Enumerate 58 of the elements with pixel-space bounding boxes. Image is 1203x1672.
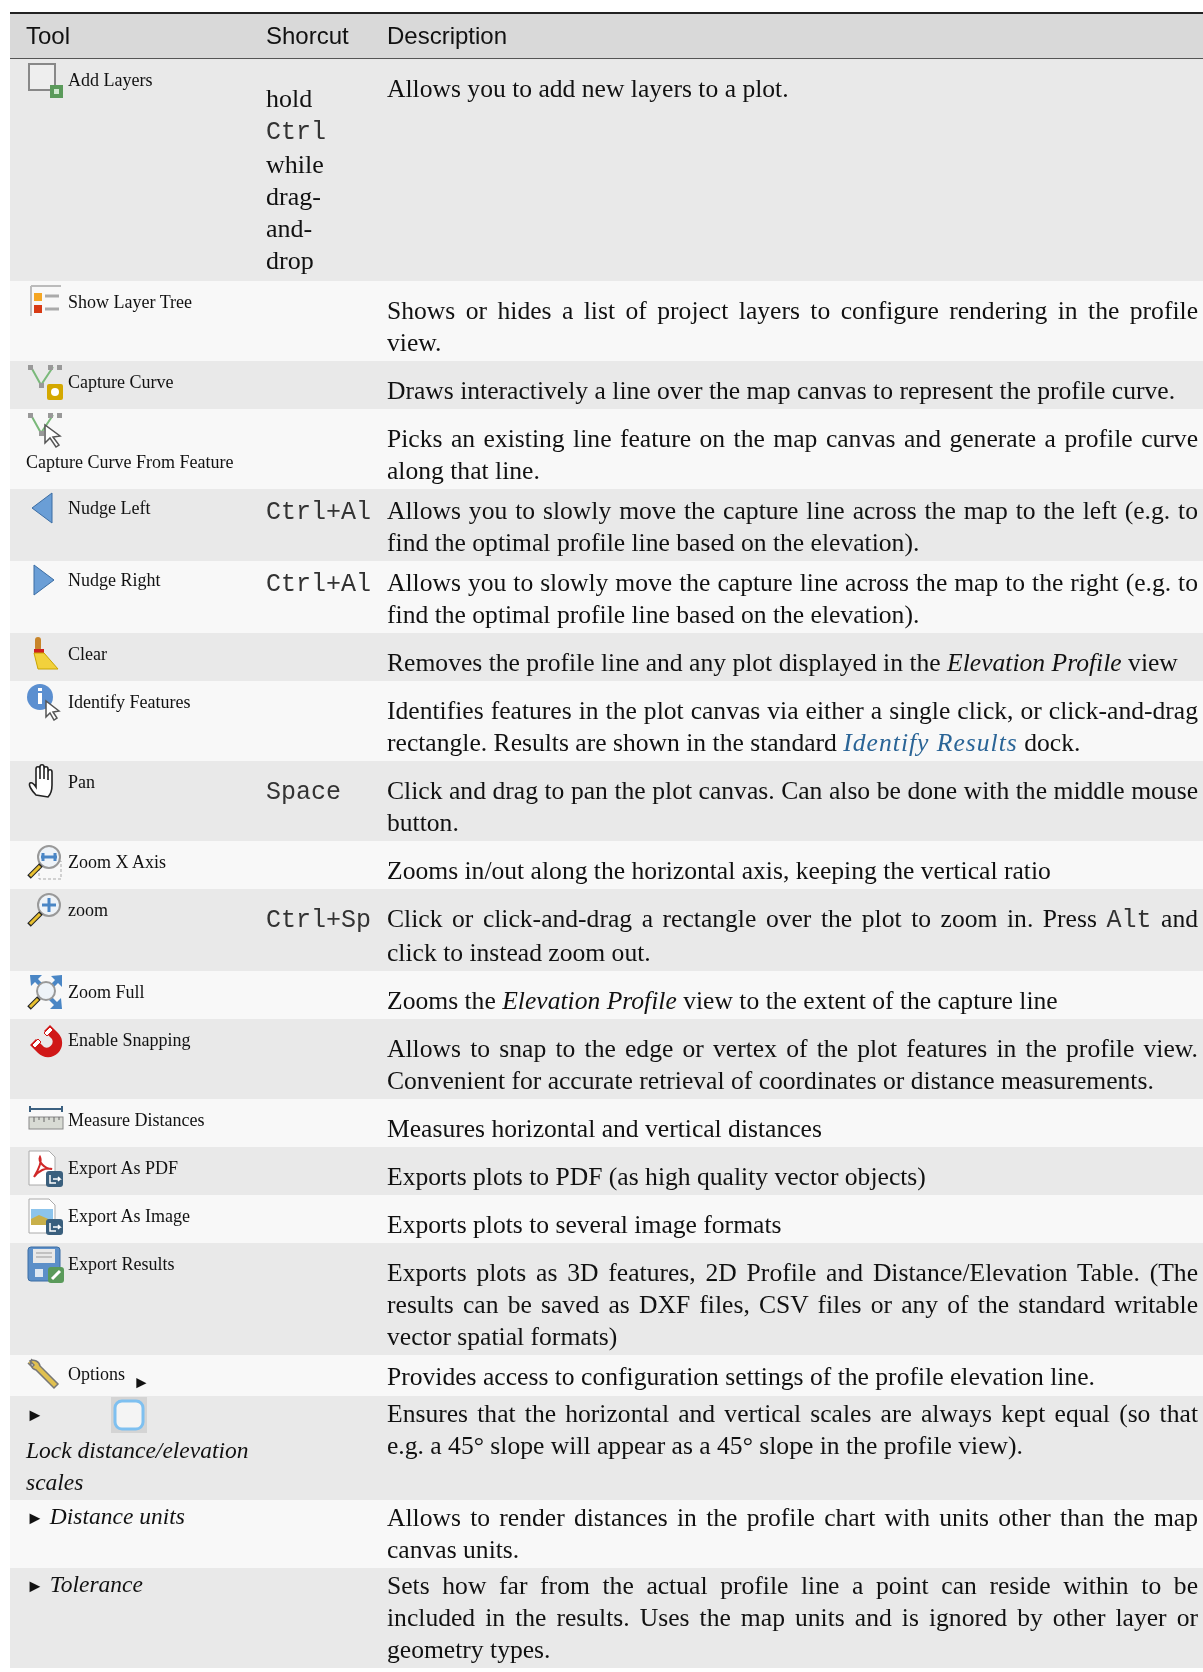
triangle-marker: ► [133,1372,150,1395]
description-text: Sets how far from the actual profile line a point can reside within to be included in the results. Uses the map units and is ignored by other layer or geometry types. [387,1570,1198,1667]
polyline-icon [26,363,64,401]
description-text: Draws interactively a line over the map canvas to represent the profile curve. [387,375,1177,407]
tool-name: Nudge Left [68,497,151,519]
description-text: Allows you to slowly move the capture line across the map to the right (e.g. to find the optimal profile line based on the elevation). [387,567,1198,631]
description-text: Ensures that the horizontal and vertical scales are always kept equal (so that e.g. a 45° slope will appear as a 45° slope in the profile view). [387,1398,1198,1463]
description-text: Allows to render distances in the profile chart with units other than the map canvas units. [387,1502,1198,1567]
tool-name: zoom [68,899,108,921]
tool-name: Export Results [68,1253,175,1275]
column-header: Tool [25,21,72,51]
shortcut-key: Space [266,778,341,807]
column-header: Description [386,21,509,51]
description-text: Exports plots to PDF (as high quality vector objects) [387,1161,927,1193]
tool-name: Enable Snapping [68,1029,191,1051]
tool-name: Tolerance [49,1571,143,1598]
tool-name: Options [68,1363,125,1385]
description-text: Zooms the Elevation Profile view to the extent of the capture line [387,985,1059,1017]
tool-name: Measure Distances [68,1109,205,1131]
tool-name: Export As PDF [68,1157,179,1179]
description-text: Allows you to add new layers to a plot. [387,73,790,105]
description-text: Exports plots to several image formats [387,1209,783,1241]
description-text: Shows or hides a list of project layers to configure rendering in the profile view. [387,295,1198,359]
description-text: Identifies features in the plot canvas via either a single click, or click-and-drag rectangle. Results are shown in the standard Identify Results dock. [387,695,1198,759]
tool-name: Capture Curve [68,371,174,393]
description-text: Zooms in/out along the horizontal axis, keeping the vertical ratio [387,855,1052,887]
pdf-document-icon [26,1149,64,1187]
shortcut-text: hold Ctrl while drag-and-drop [266,83,327,277]
shortcut-key: Ctrl+Al [266,570,372,599]
triangle-marker: ► [26,1508,44,1529]
description-text: Provides access to configuration settings of the profile elevation line. [387,1361,1096,1393]
tool-name: Zoom X Axis [68,851,166,873]
tool-name: Add Layers [68,69,153,91]
tool-name: Show Layer Tree [68,291,192,313]
tool-name: Identify Features [68,691,191,713]
triangle-marker: ► [26,1576,44,1597]
tool-name: Capture Curve From Feature [26,450,234,473]
shortcut-key: Ctrl+Al [266,498,372,527]
tool-name: Clear [68,643,107,665]
description-text: Click or click-and-drag a rectangle over the plot to zoom in. Press Alt and click to instead zoom out. [387,903,1198,969]
description-text: Allows to snap to the edge or vertex of the plot features in the profile view. Convenient for accurate retrieval of coordinates or distance measurements. [387,1033,1198,1097]
description-text: Click and drag to pan the plot canvas. Can also be done with the middle mouse button. [387,775,1198,839]
tool-name: Nudge Right [68,569,161,591]
tool-name: Distance units [49,1503,185,1530]
column-header: Shorcut [265,21,350,51]
tool-name: Pan [68,771,95,793]
shortcut-key: Ctrl+Sp [266,906,372,935]
tool-name: Lock distance/elevation scales [26,1436,250,1498]
tool-name: Export As Image [68,1205,190,1227]
description-text: Allows you to slowly move the capture line across the map to the left (e.g. to find the optimal profile line based on the elevation). [387,495,1198,559]
description-text: Picks an existing line feature on the map canvas and generate a profile curve along that line. [387,423,1198,487]
triangle-marker: ► [26,1404,44,1425]
identify-results-link[interactable]: Identify Results [843,728,1018,757]
zoom-in-icon [26,891,64,929]
description-text: Removes the profile line and any plot displayed in the Elevation Profile view [387,647,1179,679]
description-text: Exports plots as 3D features, 2D Profile and Distance/Elevation Table. (The results can be saved as DXF files, CSV files or any of the standard writable vector spatial formats) [387,1257,1198,1353]
tool-name: Zoom Full [68,981,145,1003]
description-text: Measures horizontal and vertical distances [387,1113,823,1145]
